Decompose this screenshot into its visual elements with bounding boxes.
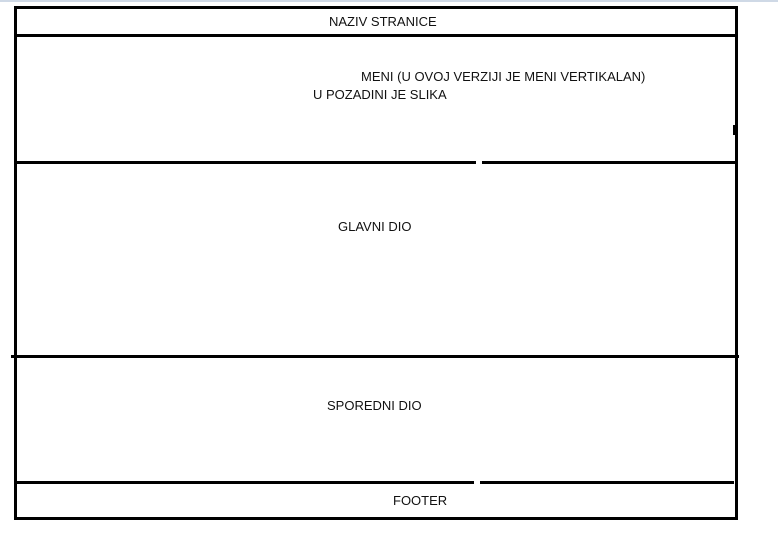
header-divider (14, 34, 738, 37)
menu-background-note: U POZADINI JE SLIKA (313, 87, 447, 102)
menu-divider (14, 161, 738, 164)
top-edge-strip (0, 0, 778, 2)
main-divider (11, 355, 739, 358)
footer-label: FOOTER (393, 493, 448, 508)
header-label: NAZIV STRANICE (329, 14, 437, 29)
secondary-divider (14, 481, 734, 484)
divider-gap-menu (476, 161, 482, 164)
secondary-section-label: SPOREDNI DIO (327, 398, 422, 413)
divider-gap-secondary (474, 481, 480, 484)
main-section-label: GLAVNI DIO (338, 219, 412, 234)
menu-label: MENI (U OVOJ VERZIJI JE MENI VERTIKALAN) (361, 69, 646, 84)
right-edge-tick (733, 125, 736, 135)
